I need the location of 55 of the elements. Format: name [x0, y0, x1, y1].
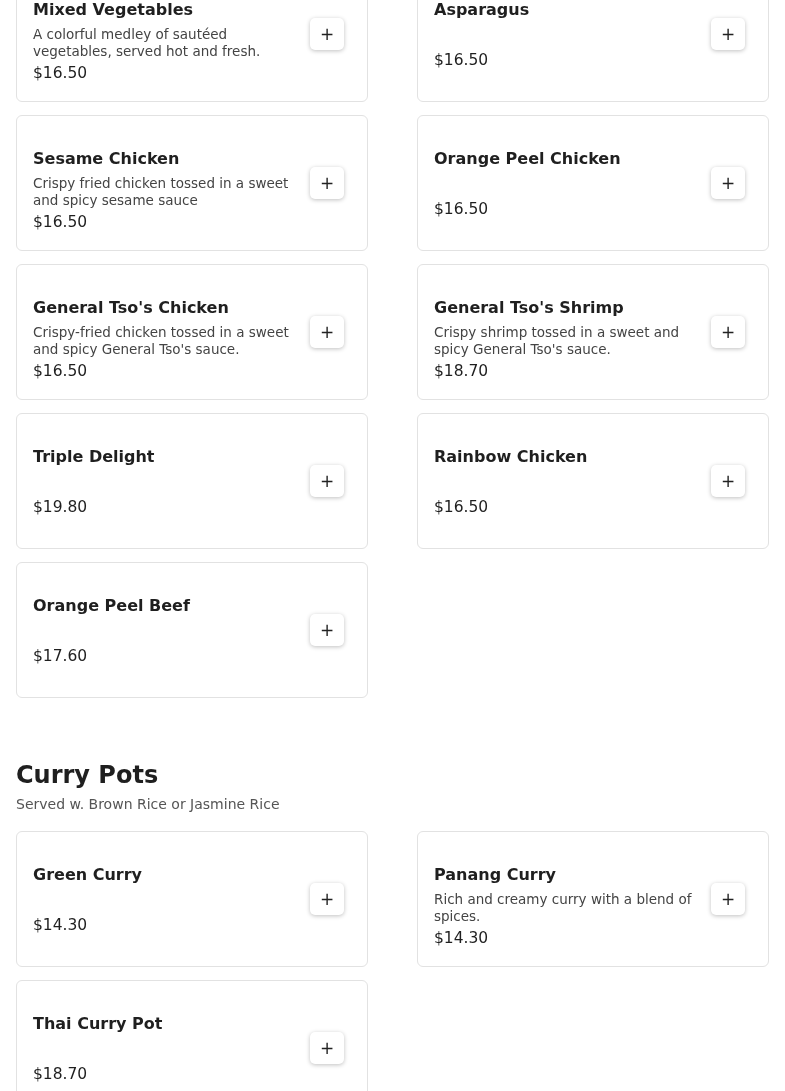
add-button[interactable]: +: [310, 883, 344, 915]
add-button[interactable]: +: [310, 1032, 344, 1064]
item-price: $16.50: [434, 199, 490, 219]
add-button[interactable]: +: [711, 316, 745, 348]
menu-item-card[interactable]: General Tso's Chicken Crispy-fried chicken tossed in a sweet and spicy General Tso's sauce. $16.50 +: [16, 264, 368, 400]
add-button[interactable]: +: [310, 18, 344, 50]
add-button[interactable]: +: [310, 465, 344, 497]
section-subtitle: Served w. Brown Rice or Jasmine Rice: [16, 796, 281, 812]
add-button[interactable]: +: [310, 614, 344, 646]
item-price: $16.50: [33, 63, 89, 83]
menu-item-card[interactable]: Rainbow Chicken $16.50 +: [417, 413, 769, 549]
item-description: Crispy fried chicken tossed in a sweet and spicy sesame sauce: [33, 175, 289, 208]
item-name: Sesame Chicken: [33, 149, 181, 169]
add-button[interactable]: +: [310, 167, 344, 199]
item-name: Rainbow Chicken: [434, 447, 589, 467]
item-description: A colorful medley of sautéed vegetables, served hot and fresh.: [33, 26, 261, 59]
menu-item-card[interactable]: Sesame Chicken Crispy fried chicken tossed in a sweet and spicy sesame sauce $16.50 +: [16, 115, 368, 251]
item-name: Mixed Vegetables: [33, 0, 195, 20]
item-price: $16.50: [434, 50, 490, 70]
item-name: Orange Peel Chicken: [434, 149, 622, 169]
item-description: Crispy-fried chicken tossed in a sweet and spicy General Tso's sauce.: [33, 324, 289, 357]
add-button[interactable]: +: [711, 18, 745, 50]
item-description: Rich and creamy curry with a blend of spices.: [434, 891, 692, 924]
item-description: Crispy shrimp tossed in a sweet and spicy General Tso's sauce.: [434, 324, 680, 357]
menu-item-card[interactable]: Asparagus $16.50 +: [417, 0, 769, 102]
menu-item-card[interactable]: Panang Curry Rich and creamy curry with a blend of spices. $14.30 +: [417, 831, 769, 967]
item-name: Thai Curry Pot: [33, 1014, 164, 1034]
menu-item-card[interactable]: Orange Peel Beef $17.60 +: [16, 562, 368, 698]
item-name: General Tso's Shrimp: [434, 298, 625, 318]
add-button[interactable]: +: [711, 883, 745, 915]
item-name: Green Curry: [33, 865, 144, 885]
item-price: $16.50: [434, 497, 490, 517]
item-price: $19.80: [33, 497, 89, 517]
menu-item-card[interactable]: Thai Curry Pot $18.70 +: [16, 980, 368, 1091]
item-name: Panang Curry: [434, 865, 558, 885]
item-price: $18.70: [434, 361, 490, 381]
menu-item-card[interactable]: Mixed Vegetables A colorful medley of sautéed vegetables, served hot and fresh. $16.50 +: [16, 0, 368, 102]
item-name: Triple Delight: [33, 447, 156, 467]
item-name: Orange Peel Beef: [33, 596, 191, 616]
item-price: $16.50: [33, 361, 89, 381]
item-name: Asparagus: [434, 0, 531, 20]
item-name: General Tso's Chicken: [33, 298, 230, 318]
item-price: $16.50: [33, 212, 89, 232]
item-price: $18.70: [33, 1064, 89, 1084]
menu-item-card[interactable]: Triple Delight $19.80 +: [16, 413, 368, 549]
item-price: $14.30: [33, 915, 89, 935]
section-title: Curry Pots: [16, 760, 160, 790]
add-button[interactable]: +: [310, 316, 344, 348]
add-button[interactable]: +: [711, 465, 745, 497]
menu-item-card[interactable]: Orange Peel Chicken $16.50 +: [417, 115, 769, 251]
add-button[interactable]: +: [711, 167, 745, 199]
item-price: $17.60: [33, 646, 89, 666]
menu-item-card[interactable]: General Tso's Shrimp Crispy shrimp tossed in a sweet and spicy General Tso's sauce. $18.70 +: [417, 264, 769, 400]
menu-item-card[interactable]: Green Curry $14.30 +: [16, 831, 368, 967]
item-price: $14.30: [434, 928, 490, 948]
